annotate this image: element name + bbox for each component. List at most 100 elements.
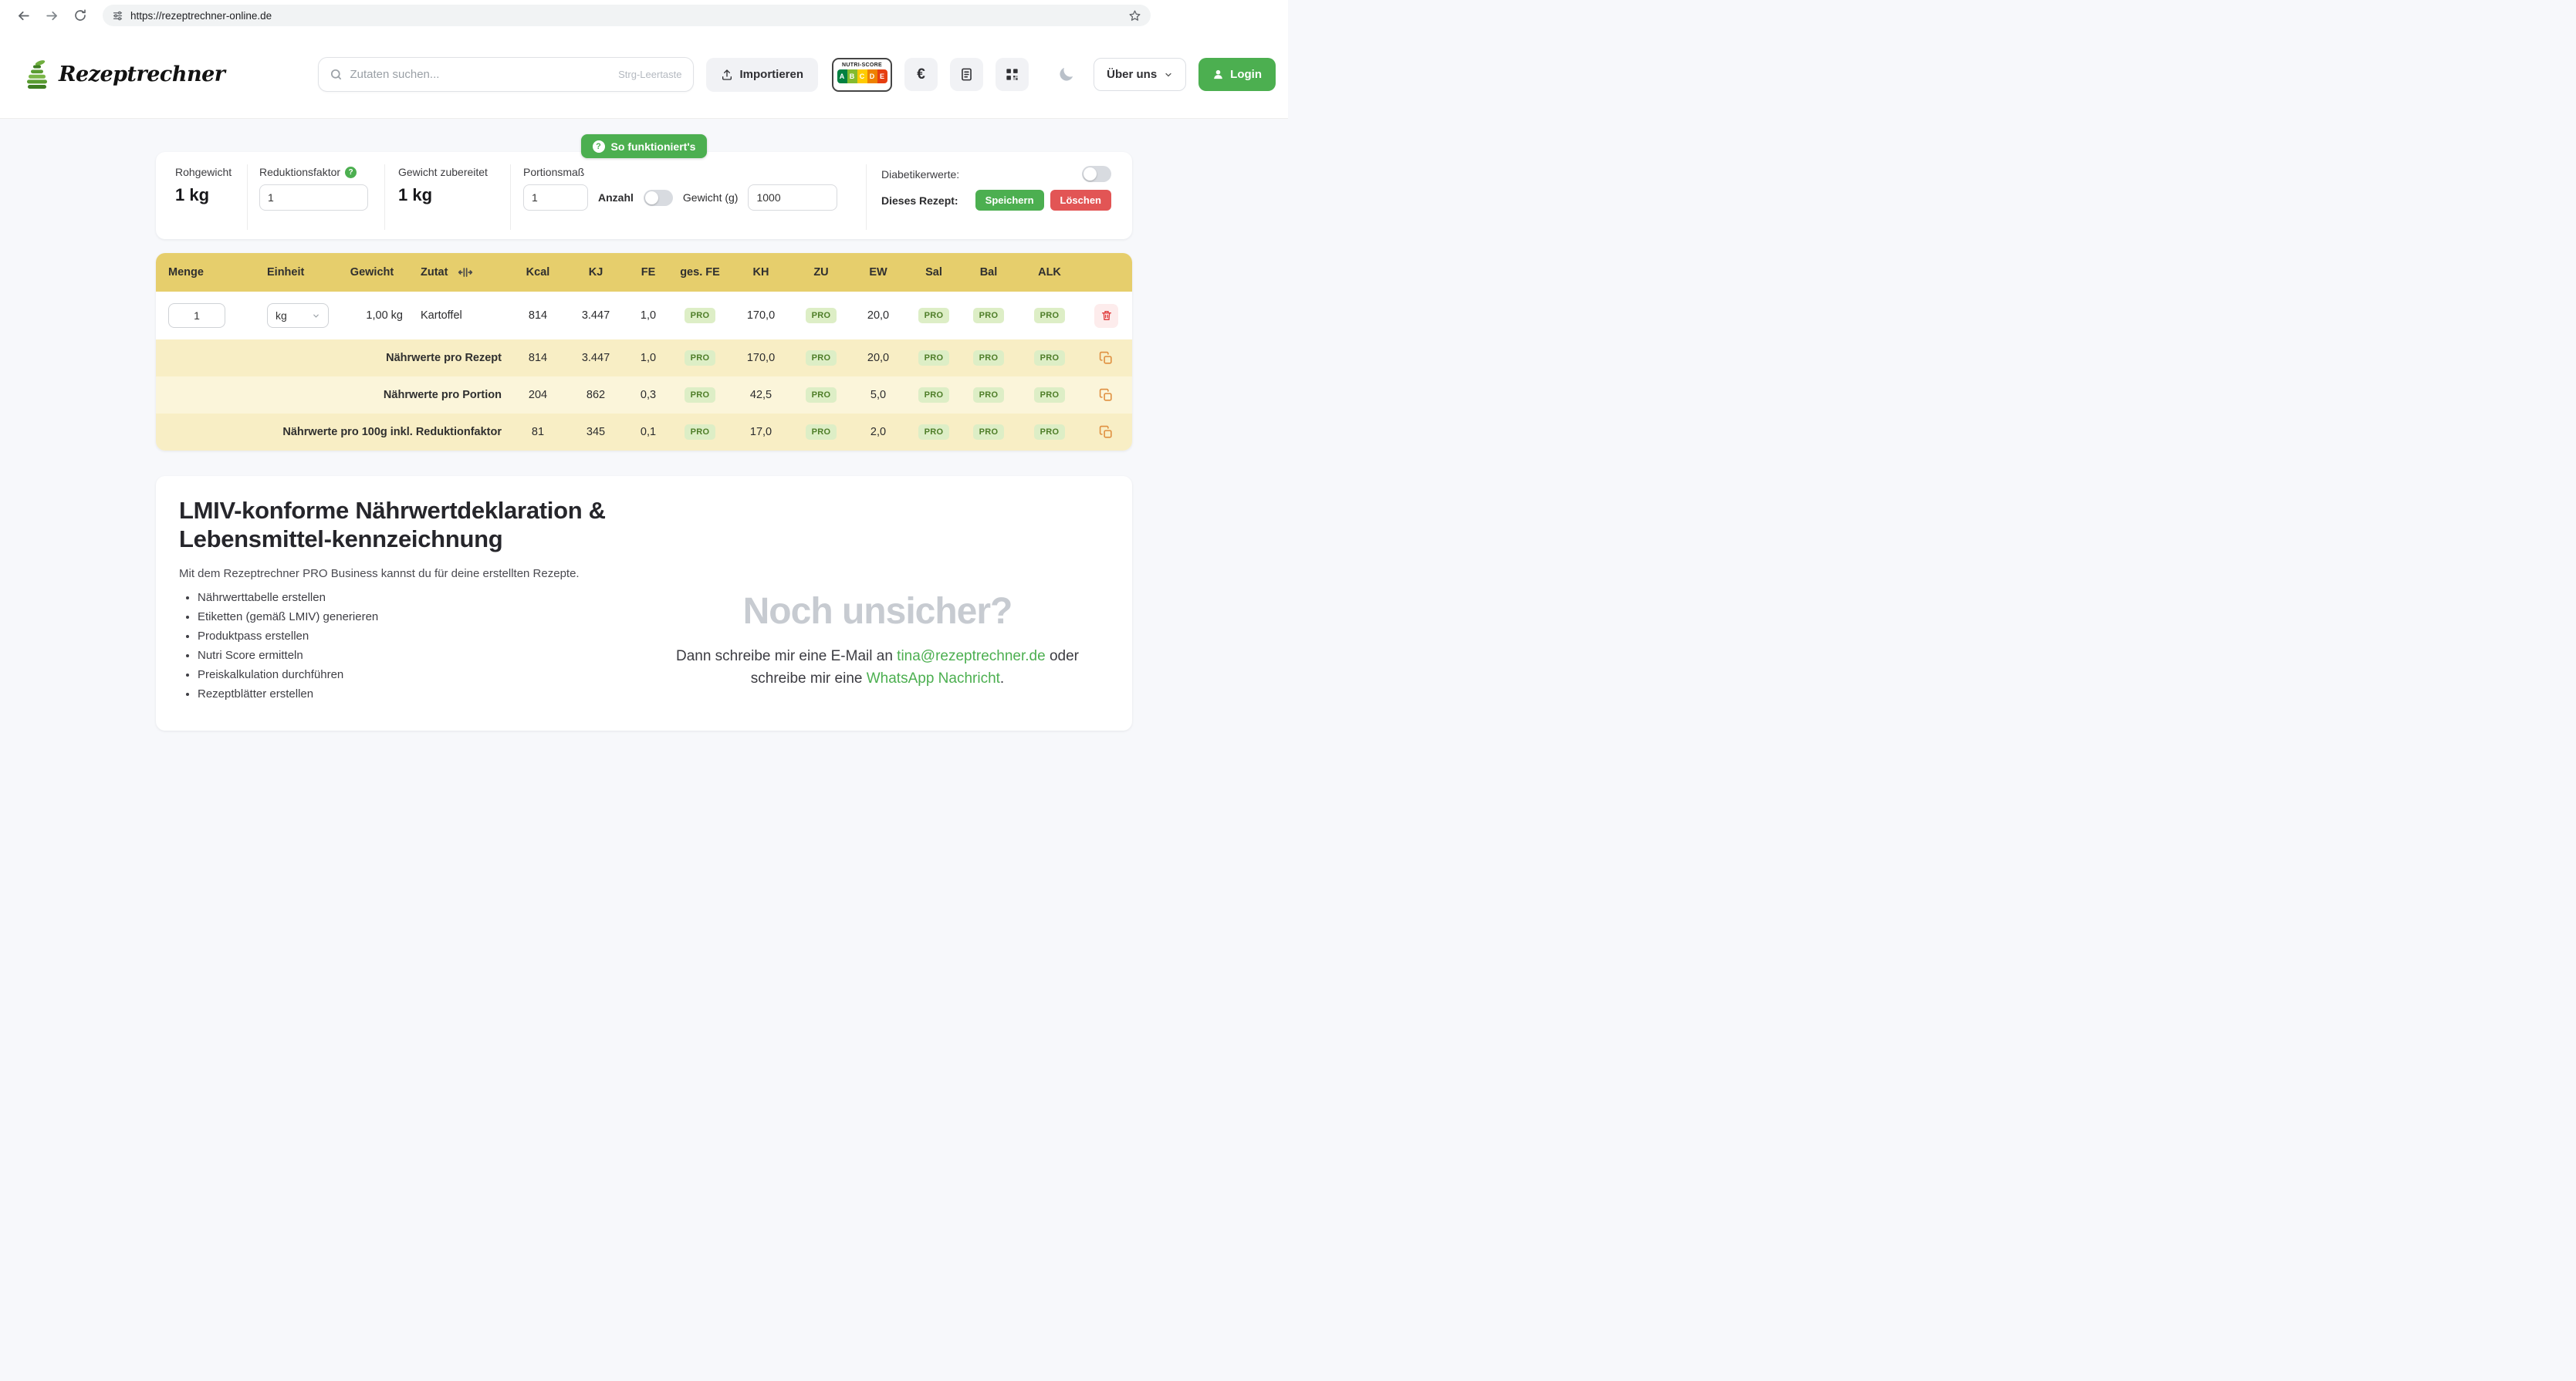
col-header-sal: Sal: [909, 266, 958, 279]
keyboard-shortcut-hint: Strg-Leertaste: [618, 69, 681, 80]
fe-value: 0,1: [624, 426, 673, 438]
copy-values-button[interactable]: [1099, 351, 1114, 366]
pro-badge[interactable]: PRO: [918, 350, 950, 366]
nutri-score-grades: A B C D E: [837, 69, 887, 83]
nutri-grade-e: E: [877, 69, 887, 83]
copy-icon: [1099, 425, 1114, 440]
search-input[interactable]: [350, 68, 619, 81]
promo-card: LMIV-konforme Nährwertdeklaration & Lebe…: [156, 476, 1132, 731]
cta-block: Noch unsicher? Dann schreibe mir eine E-…: [661, 590, 1094, 690]
login-button[interactable]: Login: [1198, 58, 1276, 91]
copy-values-button[interactable]: [1099, 388, 1114, 403]
import-button[interactable]: Importieren: [706, 58, 819, 92]
document-icon: [959, 67, 974, 82]
nutri-grade-d: D: [867, 69, 877, 83]
pro-badge[interactable]: PRO: [1034, 308, 1066, 323]
fe-value: 1,0: [624, 352, 673, 364]
delete-ingredient-button[interactable]: [1094, 304, 1118, 328]
gewicht-g-input[interactable]: [748, 184, 837, 211]
summary-row-portion: Nährwerte pro Portion 204 862 0,3 PRO 42…: [156, 376, 1132, 414]
reduktionsfaktor-input[interactable]: [259, 184, 368, 211]
pro-badge[interactable]: PRO: [918, 424, 950, 440]
pro-badge[interactable]: PRO: [685, 308, 716, 323]
gewicht-value: 1,00 kg: [336, 309, 407, 322]
col-header-fe: FE: [624, 266, 673, 279]
question-mark-icon: ?: [593, 140, 605, 153]
pro-badge[interactable]: PRO: [685, 350, 716, 366]
einheit-value: kg: [276, 309, 287, 322]
pro-badge[interactable]: PRO: [685, 387, 716, 403]
column-resize-icon[interactable]: [458, 265, 473, 280]
bookmark-star-icon[interactable]: [1128, 9, 1141, 22]
zutat-label: Zutat: [421, 266, 448, 279]
how-it-works-button[interactable]: ? So funktioniert's: [581, 134, 708, 158]
anzahl-label: Anzahl: [598, 191, 634, 204]
qr-code-button[interactable]: [996, 58, 1029, 91]
toggle-knob: [1083, 167, 1097, 181]
pro-badge[interactable]: PRO: [973, 308, 1005, 323]
search-icon: [330, 68, 343, 81]
browser-toolbar: https://rezeptrechner-online.de: [0, 0, 1288, 31]
loeschen-button[interactable]: Löschen: [1050, 190, 1111, 211]
summary-label: Nährwerte pro Portion: [156, 389, 508, 401]
kcal-value: 814: [508, 352, 568, 364]
nutri-score-label: NUTRI-SCORE: [842, 62, 882, 68]
pro-badge[interactable]: PRO: [806, 308, 837, 323]
brand-logo[interactable]: Rezeptrechner: [23, 58, 225, 92]
toggle-knob: [645, 191, 658, 204]
pro-badge[interactable]: PRO: [1034, 350, 1066, 366]
pro-badge[interactable]: PRO: [918, 387, 950, 403]
reload-button[interactable]: [69, 5, 91, 26]
kcal-value: 814: [508, 309, 568, 322]
pro-badge[interactable]: PRO: [973, 387, 1005, 403]
gewicht-zubereitet-value: 1 kg: [398, 185, 510, 205]
brand-name: Rezeptrechner: [59, 62, 225, 86]
pro-badge[interactable]: PRO: [973, 424, 1005, 440]
whatsapp-link[interactable]: WhatsApp Nachricht: [867, 670, 1000, 687]
pro-badge[interactable]: PRO: [806, 350, 837, 366]
einheit-select[interactable]: kg: [267, 303, 329, 328]
ingredient-search[interactable]: Strg-Leertaste: [318, 57, 694, 92]
portionsmass-input[interactable]: [523, 184, 588, 211]
about-us-button[interactable]: Über uns: [1094, 58, 1186, 91]
pro-badge[interactable]: PRO: [973, 350, 1005, 366]
recipe-sheet-button[interactable]: [950, 58, 983, 91]
kj-value: 345: [568, 426, 624, 438]
pro-badge[interactable]: PRO: [806, 424, 837, 440]
kh-value: 170,0: [727, 309, 795, 322]
nutri-grade-c: C: [857, 69, 867, 83]
reduktionsfaktor-help-icon[interactable]: ?: [345, 167, 357, 178]
pro-badge[interactable]: PRO: [1034, 387, 1066, 403]
email-link[interactable]: tina@rezeptrechner.de: [897, 648, 1046, 664]
summary-label: Nährwerte pro Rezept: [156, 352, 508, 364]
pro-badge[interactable]: PRO: [918, 308, 950, 323]
recipe-actions-section: Diabetikerwerte: Dieses Rezept: Speicher…: [867, 164, 1132, 230]
nutri-score-badge[interactable]: NUTRI-SCORE A B C D E: [832, 58, 892, 92]
speichern-button[interactable]: Speichern: [975, 190, 1044, 211]
back-button[interactable]: [12, 5, 34, 26]
url-bar[interactable]: https://rezeptrechner-online.de: [103, 5, 1151, 26]
ew-value: 5,0: [847, 389, 909, 401]
menge-input[interactable]: [168, 303, 225, 328]
pear-logo-icon: [23, 58, 51, 92]
pro-badge[interactable]: PRO: [1034, 424, 1066, 440]
site-settings-icon[interactable]: [112, 10, 123, 22]
copy-values-button[interactable]: [1099, 425, 1114, 440]
pro-badge[interactable]: PRO: [685, 424, 716, 440]
browser-window: https://rezeptrechner-online.de Rezeptre…: [0, 0, 1288, 690]
rohgewicht-value: 1 kg: [175, 185, 247, 205]
dark-mode-toggle[interactable]: [1057, 66, 1075, 83]
pro-badge[interactable]: PRO: [806, 387, 837, 403]
col-header-zutat: Zutat: [407, 265, 508, 280]
diabetikerwerte-toggle[interactable]: [1082, 166, 1111, 182]
nutri-grade-a: A: [837, 69, 847, 83]
forward-button[interactable]: [41, 5, 63, 26]
trash-icon: [1100, 309, 1113, 322]
chevron-down-icon: [312, 312, 320, 320]
reload-icon: [73, 8, 87, 22]
col-header-kcal: Kcal: [508, 266, 568, 279]
price-calculation-button[interactable]: €: [904, 58, 938, 91]
promo-title-line2: Lebensmittel-kennzeichnung: [179, 525, 1109, 553]
anzahl-gewicht-toggle[interactable]: [644, 190, 673, 206]
main-content: ? So funktioniert's Rohgewicht 1 kg Redu…: [0, 119, 1288, 731]
